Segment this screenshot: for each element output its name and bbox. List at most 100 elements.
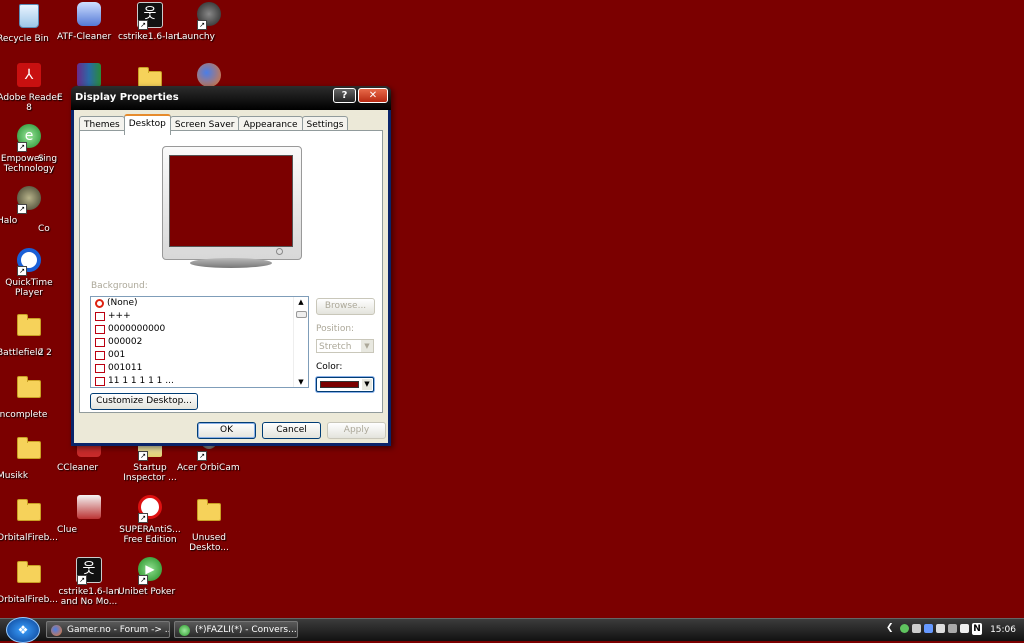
desktop-icon-launchy[interactable]: ↗ Launchy bbox=[177, 2, 241, 42]
none-icon bbox=[95, 299, 104, 308]
scroll-down-arrow-icon[interactable]: ▼ bbox=[294, 377, 308, 387]
desktop-icon-superantispyware[interactable]: ↗ SUPERAntiS... Free Edition bbox=[118, 495, 182, 545]
ok-button[interactable]: OK bbox=[197, 422, 256, 439]
msn-messenger-icon bbox=[179, 625, 190, 636]
image-file-icon bbox=[95, 364, 105, 373]
app-icon bbox=[44, 124, 72, 152]
adobe-reader-icon: ⅄ bbox=[15, 63, 43, 91]
monitor-preview bbox=[162, 146, 304, 271]
scroll-up-arrow-icon[interactable]: ▲ bbox=[294, 297, 308, 307]
list-item[interactable]: 001 bbox=[91, 349, 308, 362]
shortcut-arrow-icon: ↗ bbox=[17, 204, 27, 214]
chevron-down-icon: ▼ bbox=[362, 379, 372, 390]
desktop-icon-musikk[interactable]: Musikk bbox=[0, 433, 61, 481]
app-icon bbox=[41, 318, 69, 346]
desktop-icon-adobe-reader[interactable]: ⅄ Adobe Reader 8 bbox=[0, 63, 61, 113]
recycle-bin-icon bbox=[15, 4, 43, 32]
list-item[interactable]: 0000000000 bbox=[91, 323, 308, 336]
desktop-icon-orbitalfireb-2[interactable]: OrbitalFireb... bbox=[0, 557, 61, 605]
close-button[interactable]: ✕ bbox=[358, 88, 388, 103]
shortcut-arrow-icon: ↗ bbox=[17, 266, 27, 276]
position-select[interactable]: Stretch ▼ bbox=[316, 339, 374, 353]
quicktime-icon: ↗ bbox=[15, 248, 43, 276]
apply-button[interactable]: Apply bbox=[327, 422, 386, 439]
chevron-down-icon: ▼ bbox=[361, 340, 373, 352]
norton-tray-icon[interactable]: N bbox=[972, 623, 982, 635]
cancel-button[interactable]: Cancel bbox=[262, 422, 321, 439]
dialog-title: Display Properties bbox=[75, 92, 179, 103]
help-button[interactable]: ? bbox=[333, 88, 356, 103]
shortcut-arrow-icon: ↗ bbox=[77, 575, 87, 585]
monitor-preview-screen bbox=[169, 155, 293, 247]
desktop-icon-hidden-2[interactable]: 2 bbox=[38, 318, 72, 358]
shortcut-arrow-icon: ↗ bbox=[138, 451, 148, 461]
desktop-icon-cstrike-nomo[interactable]: 웃 ↗ cstrike1.6-lan and No Mo... bbox=[57, 557, 121, 607]
list-item[interactable]: 11 1 1 1 1 1 ... bbox=[91, 375, 308, 387]
folder-icon bbox=[195, 499, 223, 531]
image-file-icon bbox=[95, 351, 105, 360]
messenger-tray-icon[interactable] bbox=[900, 624, 909, 633]
taskbar: ❖ Gamer.no - Forum -> ... (*)FAZLI(*) - … bbox=[0, 617, 1024, 643]
folder-icon bbox=[15, 561, 43, 593]
folder-icon bbox=[15, 376, 43, 408]
desktop-icon-cstrike[interactable]: 웃 ↗ cstrike1.6-lan bbox=[118, 2, 182, 42]
shortcut-arrow-icon: ↗ bbox=[197, 20, 207, 30]
dialog-client: Themes Desktop Screen Saver Appearance S… bbox=[74, 110, 388, 443]
shortcut-arrow-icon: ↗ bbox=[197, 451, 207, 461]
windows-logo-icon: ❖ bbox=[17, 623, 29, 637]
browse-button[interactable]: Browse... bbox=[316, 298, 375, 315]
desktop-icon-unused-desktop[interactable]: Unused Deskto... bbox=[177, 495, 241, 553]
start-button[interactable]: ❖ bbox=[6, 617, 40, 643]
image-file-icon bbox=[95, 338, 105, 347]
desktop-icon-recycle-bin[interactable]: Recycle Bin bbox=[0, 2, 61, 44]
desktop-icon-incomplete[interactable]: Incomplete bbox=[0, 372, 61, 420]
image-file-icon bbox=[95, 312, 105, 321]
list-item[interactable]: 001011 bbox=[91, 362, 308, 375]
listbox-scrollbar[interactable]: ▲ ▼ bbox=[293, 297, 308, 387]
color-picker-button[interactable]: ▼ bbox=[316, 377, 374, 392]
desktop-tab-panel: Background: (None) +++ 0000000000 000002 bbox=[79, 130, 383, 413]
volume-tray-icon[interactable] bbox=[948, 624, 957, 633]
counter-strike-icon: 웃 ↗ bbox=[75, 557, 103, 585]
desktop-icon-clue[interactable]: Clue bbox=[57, 495, 121, 535]
atf-cleaner-icon bbox=[75, 2, 103, 30]
taskbar-item-messenger[interactable]: (*)FAZLI(*) - Convers... bbox=[174, 621, 298, 638]
background-listbox[interactable]: (None) +++ 0000000000 000002 001 001011 … bbox=[90, 296, 309, 388]
wireless-tray-icon[interactable] bbox=[936, 624, 945, 633]
image-file-icon bbox=[95, 325, 105, 334]
display-tray-icon[interactable] bbox=[924, 624, 933, 633]
customize-desktop-button[interactable]: Customize Desktop... bbox=[90, 393, 198, 410]
list-item[interactable]: (None) bbox=[91, 297, 308, 310]
display-properties-dialog: Display Properties ? ✕ Themes Desktop Sc… bbox=[71, 86, 391, 446]
chevron-left-icon[interactable]: ❮ bbox=[886, 624, 895, 633]
folder-icon bbox=[15, 437, 43, 469]
image-file-icon bbox=[95, 377, 105, 386]
usb-tray-icon[interactable] bbox=[960, 624, 969, 633]
shortcut-arrow-icon: ↗ bbox=[138, 575, 148, 585]
network-tray-icon[interactable] bbox=[912, 624, 921, 633]
clue-icon bbox=[75, 495, 103, 523]
background-label: Background: bbox=[91, 281, 148, 291]
monitor-stand bbox=[190, 258, 272, 268]
scroll-thumb[interactable] bbox=[296, 311, 307, 318]
list-item[interactable]: 000002 bbox=[91, 336, 308, 349]
launchy-icon: ↗ bbox=[195, 2, 223, 30]
position-label: Position: bbox=[316, 324, 355, 334]
folder-icon bbox=[15, 499, 43, 531]
color-label: Color: bbox=[316, 362, 343, 372]
shortcut-arrow-icon: ↗ bbox=[138, 20, 148, 30]
app-icon bbox=[43, 194, 71, 222]
power-led-icon bbox=[276, 248, 283, 255]
counter-strike-icon: 웃 ↗ bbox=[136, 2, 164, 30]
tab-desktop[interactable]: Desktop bbox=[123, 114, 171, 135]
desktop-icon-unibet-poker[interactable]: ▶ ↗ Unibet Poker bbox=[118, 557, 182, 597]
color-swatch bbox=[320, 381, 359, 388]
desktop-icon-orbitalfireb-1[interactable]: OrbitalFireb... bbox=[0, 495, 61, 543]
clock[interactable]: 15:06 bbox=[990, 619, 1016, 641]
system-tray: ❮ N 15:06 bbox=[884, 619, 1024, 641]
desktop-icon-atf-cleaner[interactable]: ATF-Cleaner bbox=[57, 2, 121, 42]
taskbar-item-firefox[interactable]: Gamer.no - Forum -> ... bbox=[46, 621, 170, 638]
list-item[interactable]: +++ bbox=[91, 310, 308, 323]
desktop-icon-quicktime[interactable]: ↗ QuickTime Player bbox=[0, 248, 61, 298]
superantispyware-icon: ↗ bbox=[136, 495, 164, 523]
